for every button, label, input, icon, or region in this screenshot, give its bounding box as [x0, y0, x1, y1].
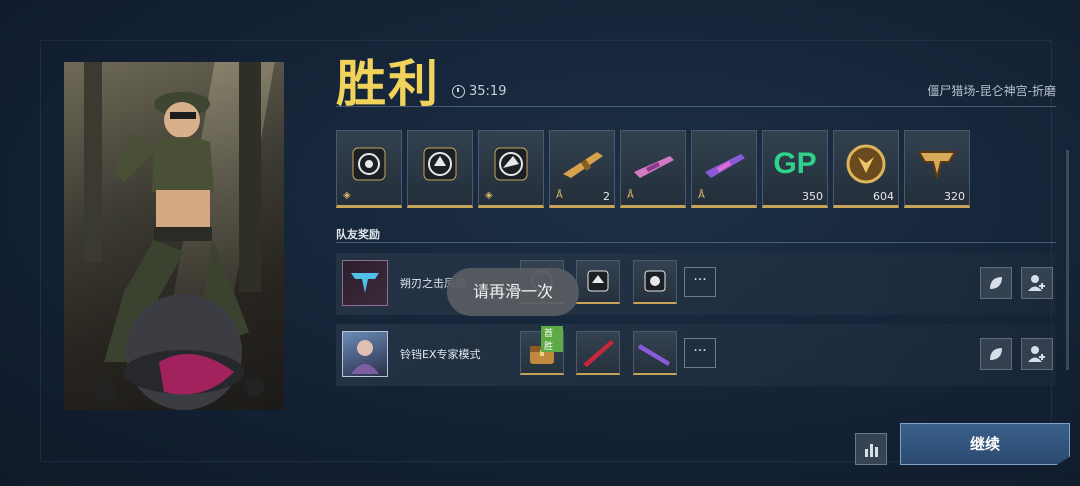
reward-slot[interactable]: ◈	[336, 130, 402, 208]
reward-slot[interactable]: Å 2	[549, 130, 615, 208]
leaf-icon	[990, 348, 1002, 360]
reward-slot[interactable]: 320	[904, 130, 970, 208]
emblem-marker-icon: ◈	[343, 190, 351, 201]
radiant-emblem-icon	[423, 147, 457, 181]
add-friend-button[interactable]	[1021, 338, 1053, 370]
reward-slot[interactable]: Å	[691, 130, 757, 208]
continue-button[interactable]: 继续	[900, 423, 1070, 465]
scrollbar[interactable]	[1066, 150, 1069, 370]
first-win-badge: 首胜	[541, 326, 563, 352]
add-user-icon	[1028, 275, 1045, 291]
red-blade-icon[interactable]	[576, 331, 620, 375]
more-button[interactable]: ···	[684, 267, 716, 297]
reward-slot[interactable]: 604	[833, 130, 899, 208]
tf-badge-icon	[917, 150, 957, 178]
avatar[interactable]	[342, 331, 388, 377]
reward-slot[interactable]: GP 350	[762, 130, 828, 208]
tf-logo-icon	[351, 273, 379, 293]
character-portrait	[64, 62, 284, 410]
golden-rifle-icon	[563, 151, 603, 178]
rider-emblem-icon	[494, 147, 528, 181]
purple-rifle-icon	[705, 153, 745, 178]
leaf-icon	[990, 277, 1002, 289]
treasure-chest-icon[interactable]: 首胜	[520, 326, 564, 375]
reward-slot[interactable]: Å	[620, 130, 686, 208]
map-name: 僵尸猎场-昆仑神宫-折磨	[927, 84, 1056, 98]
reward-list: ◈ ◈ Å 2 Å Å GP 350 604 320	[336, 130, 970, 208]
box-emblem-icon[interactable]	[576, 260, 620, 304]
like-button[interactable]	[980, 338, 1012, 370]
teammate-row: 朔刃之击凤是 ···	[336, 253, 1056, 315]
purple-blade-icon[interactable]	[633, 331, 677, 375]
crest-emblem-icon[interactable]	[633, 260, 677, 304]
divider	[336, 242, 1056, 243]
avatar[interactable]	[342, 260, 388, 306]
weapon-marker-icon: Å	[556, 190, 563, 201]
add-user-icon	[1028, 346, 1045, 362]
divider	[336, 106, 1056, 107]
match-timer: 35:19	[452, 84, 506, 99]
pink-rifle-icon	[634, 155, 674, 178]
more-button[interactable]: ···	[684, 338, 716, 368]
match-time: 35:19	[469, 84, 507, 99]
character-avatar-icon	[351, 340, 379, 374]
clock-icon	[452, 85, 465, 98]
skull-target-emblem-icon	[352, 147, 386, 181]
like-button[interactable]	[980, 267, 1012, 299]
player-name: 铃铛EX专家模式	[400, 348, 481, 361]
add-friend-button[interactable]	[1021, 267, 1053, 299]
reward-slot[interactable]	[407, 130, 473, 208]
gold-coin-icon	[846, 144, 886, 184]
weapon-marker-icon: Å	[627, 190, 634, 201]
emblem-marker-icon: ◈	[485, 190, 493, 201]
stats-button[interactable]	[855, 433, 887, 465]
reward-slot[interactable]: ◈	[478, 130, 544, 208]
gp-currency-icon: GP	[773, 146, 817, 180]
swipe-again-toast: 请再滑一次	[447, 268, 579, 316]
weapon-marker-icon: Å	[698, 190, 705, 201]
teammate-rewards-title: 队友奖励	[336, 228, 380, 241]
teammate-row: 铃铛EX专家模式 首胜 ···	[336, 324, 1056, 386]
